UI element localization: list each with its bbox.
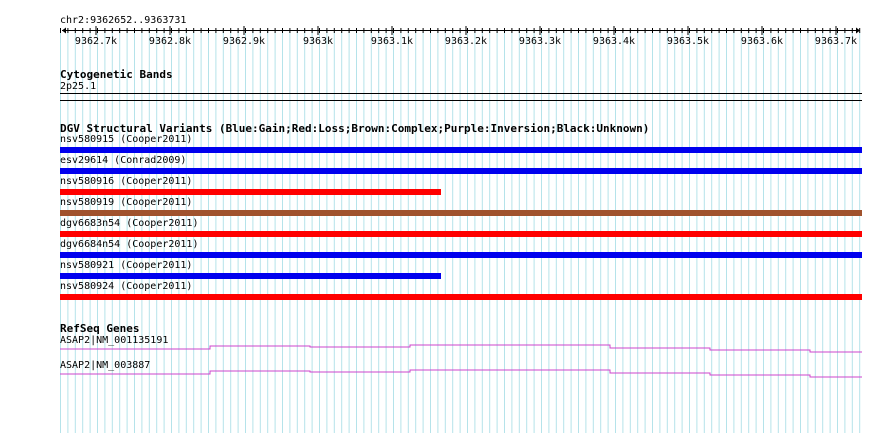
cytoband-line-top bbox=[60, 93, 862, 94]
refseq-track-title: RefSeq Genes bbox=[60, 322, 140, 335]
dgv-variant-label[interactable]: dgv6684n54 (Cooper2011) bbox=[60, 239, 198, 251]
ruler-tick-label: 9363k bbox=[303, 36, 333, 46]
dgv-variant-bar[interactable] bbox=[60, 231, 862, 237]
ruler-tick-label: 9363.5k bbox=[667, 36, 709, 46]
dgv-variant-bar[interactable] bbox=[60, 273, 441, 279]
dgv-variant-label[interactable]: nsv580921 (Cooper2011) bbox=[60, 260, 192, 272]
dgv-variant-label[interactable]: nsv580916 (Cooper2011) bbox=[60, 176, 192, 188]
dgv-variant-label[interactable]: nsv580915 (Cooper2011) bbox=[60, 134, 192, 146]
dgv-variant-label[interactable]: dgv6683n54 (Cooper2011) bbox=[60, 218, 198, 230]
refseq-gene-line bbox=[60, 344, 862, 353]
refseq-gene-line bbox=[60, 369, 862, 378]
cytoband-line-bottom bbox=[60, 100, 862, 101]
dgv-variant-bar[interactable] bbox=[60, 168, 862, 174]
cytoband-track-title: Cytogenetic Bands bbox=[60, 68, 173, 81]
dgv-variant-bar[interactable] bbox=[60, 189, 441, 195]
refseq-gene-model[interactable] bbox=[0, 342, 890, 356]
ruler-tick-label: 9362.9k bbox=[223, 36, 265, 46]
ruler-tick-label: 9363.3k bbox=[519, 36, 561, 46]
ruler-tick-label: 9363.4k bbox=[593, 36, 635, 46]
ruler-tick-label: 9363.1k bbox=[371, 36, 413, 46]
dgv-variant-bar[interactable] bbox=[60, 210, 862, 216]
dgv-variant-label[interactable]: esv29614 (Conrad2009) bbox=[60, 155, 186, 167]
ruler-tick-label: 9362.7k bbox=[75, 36, 117, 46]
ruler-left-arrow bbox=[62, 27, 66, 34]
dgv-variant-bar[interactable] bbox=[60, 294, 862, 300]
dgv-variant-label[interactable]: nsv580919 (Cooper2011) bbox=[60, 197, 192, 209]
cytoband-label: 2p25.1 bbox=[60, 81, 97, 92]
ruler-tick-label: 9362.8k bbox=[149, 36, 191, 46]
refseq-gene-model[interactable] bbox=[0, 367, 890, 381]
ruler-tick-label: 9363.6k bbox=[741, 36, 783, 46]
dgv-variant-bar[interactable] bbox=[60, 147, 862, 153]
ruler-tick-label: 9363.2k bbox=[445, 36, 487, 46]
dgv-variant-label[interactable]: nsv580924 (Cooper2011) bbox=[60, 281, 192, 293]
ruler-tick-label: 9363.7k bbox=[815, 36, 857, 46]
dgv-variant-bar[interactable] bbox=[60, 252, 862, 258]
position-ruler[interactable]: 9362.7k 9362.8k 9362.9k 9363k 9363.1k 9363.2k… bbox=[0, 24, 890, 46]
